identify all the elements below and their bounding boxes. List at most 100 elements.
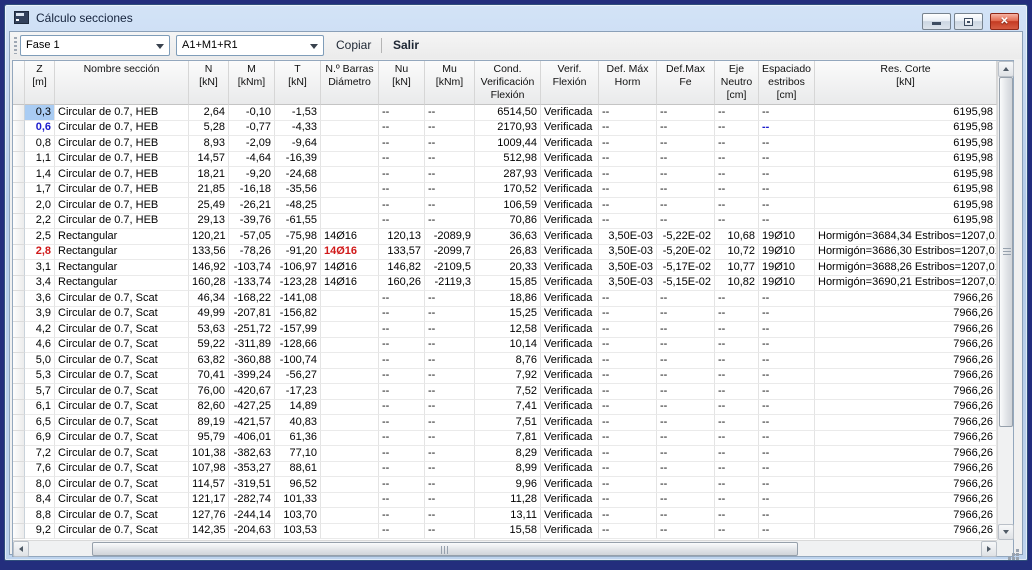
cell-barras[interactable] xyxy=(321,477,379,493)
cell-esp[interactable]: 19Ø10 xyxy=(759,260,815,276)
cell-n[interactable]: 29,13 xyxy=(189,214,229,230)
scroll-right-button[interactable] xyxy=(981,541,997,557)
cell-m[interactable]: -0,10 xyxy=(229,105,275,121)
cell-res[interactable]: 6195,98 xyxy=(815,167,997,183)
cell-z[interactable]: 2,5 xyxy=(25,229,55,245)
cell-res[interactable]: 6195,98 xyxy=(815,183,997,199)
cell-defHorm[interactable]: -- xyxy=(599,214,657,230)
cell-nu[interactable]: -- xyxy=(379,105,425,121)
cell-n[interactable]: 63,82 xyxy=(189,353,229,369)
column-header-defHorm[interactable]: Def. MáxHorm xyxy=(599,61,657,105)
cell-verif[interactable]: Verificada xyxy=(541,105,599,121)
cell-nu[interactable]: 133,57 xyxy=(379,245,425,261)
cell-defHorm[interactable]: -- xyxy=(599,105,657,121)
cell-m[interactable]: -0,77 xyxy=(229,121,275,137)
cell-eje[interactable]: 10,77 xyxy=(715,260,759,276)
cell-verif[interactable]: Verificada xyxy=(541,136,599,152)
cell-barras[interactable] xyxy=(321,462,379,478)
cell-barras[interactable] xyxy=(321,322,379,338)
cell-barras[interactable] xyxy=(321,152,379,168)
cell-barras[interactable] xyxy=(321,338,379,354)
cell-m[interactable]: -207,81 xyxy=(229,307,275,323)
cell-res[interactable]: 7966,26 xyxy=(815,291,997,307)
cell-defFe[interactable]: -- xyxy=(657,322,715,338)
cell-defFe[interactable]: -- xyxy=(657,152,715,168)
column-header-t[interactable]: T[kN] xyxy=(275,61,321,105)
row-selector[interactable] xyxy=(13,183,25,199)
cell-verif[interactable]: Verificada xyxy=(541,415,599,431)
cell-n[interactable]: 133,56 xyxy=(189,245,229,261)
cell-n[interactable]: 146,92 xyxy=(189,260,229,276)
cell-res[interactable]: Hormigón=3686,30 Estribos=1207,01 xyxy=(815,245,997,261)
cell-eje[interactable]: -- xyxy=(715,369,759,385)
cell-z[interactable]: 5,0 xyxy=(25,353,55,369)
maximize-button[interactable] xyxy=(954,13,983,30)
cell-nombre[interactable]: Circular de 0.7, HEB xyxy=(55,136,189,152)
cell-esp[interactable]: -- xyxy=(759,400,815,416)
cell-eje[interactable]: -- xyxy=(715,400,759,416)
cell-nombre[interactable]: Circular de 0.7, Scat xyxy=(55,384,189,400)
cell-nu[interactable]: -- xyxy=(379,291,425,307)
cell-eje[interactable]: -- xyxy=(715,446,759,462)
cell-t[interactable]: -156,82 xyxy=(275,307,321,323)
cell-t[interactable]: -75,98 xyxy=(275,229,321,245)
cell-defHorm[interactable]: -- xyxy=(599,291,657,307)
cell-t[interactable]: 103,70 xyxy=(275,508,321,524)
cell-z[interactable]: 2,2 xyxy=(25,214,55,230)
row-selector[interactable] xyxy=(13,136,25,152)
cell-n[interactable]: 49,99 xyxy=(189,307,229,323)
cell-cond[interactable]: 287,93 xyxy=(475,167,541,183)
cell-eje[interactable]: -- xyxy=(715,353,759,369)
cell-t[interactable]: 61,36 xyxy=(275,431,321,447)
cell-n[interactable]: 107,98 xyxy=(189,462,229,478)
cell-m[interactable]: -133,74 xyxy=(229,276,275,292)
cell-m[interactable]: -382,63 xyxy=(229,446,275,462)
cell-esp[interactable]: 19Ø10 xyxy=(759,245,815,261)
cell-m[interactable]: -57,05 xyxy=(229,229,275,245)
cell-z[interactable]: 8,8 xyxy=(25,508,55,524)
cell-barras[interactable] xyxy=(321,400,379,416)
cell-n[interactable]: 89,19 xyxy=(189,415,229,431)
cell-mu[interactable]: -- xyxy=(425,322,475,338)
cell-n[interactable]: 120,21 xyxy=(189,229,229,245)
cell-defHorm[interactable]: -- xyxy=(599,136,657,152)
cell-z[interactable]: 3,6 xyxy=(25,291,55,307)
scroll-left-button[interactable] xyxy=(13,541,29,557)
row-selector[interactable] xyxy=(13,167,25,183)
cell-nombre[interactable]: Circular de 0.7, HEB xyxy=(55,167,189,183)
cell-barras[interactable] xyxy=(321,369,379,385)
cell-t[interactable]: 14,89 xyxy=(275,400,321,416)
cell-m[interactable]: -360,88 xyxy=(229,353,275,369)
column-header-eje[interactable]: EjeNeutro[cm] xyxy=(715,61,759,105)
cell-z[interactable]: 5,7 xyxy=(25,384,55,400)
cell-z[interactable]: 1,7 xyxy=(25,183,55,199)
cell-res[interactable]: 6195,98 xyxy=(815,105,997,121)
cell-eje[interactable]: -- xyxy=(715,167,759,183)
cell-defFe[interactable]: -- xyxy=(657,462,715,478)
cell-defFe[interactable]: -- xyxy=(657,183,715,199)
row-selector[interactable] xyxy=(13,121,25,137)
cell-defHorm[interactable]: 3,50E-03 xyxy=(599,260,657,276)
cell-defHorm[interactable]: -- xyxy=(599,524,657,540)
cell-nombre[interactable]: Circular de 0.7, HEB xyxy=(55,105,189,121)
cell-mu[interactable]: -- xyxy=(425,167,475,183)
cell-nombre[interactable]: Circular de 0.7, Scat xyxy=(55,353,189,369)
cell-n[interactable]: 82,60 xyxy=(189,400,229,416)
cell-defHorm[interactable]: -- xyxy=(599,322,657,338)
cell-z[interactable]: 3,1 xyxy=(25,260,55,276)
cell-mu[interactable]: -- xyxy=(425,105,475,121)
row-selector[interactable] xyxy=(13,152,25,168)
cell-nombre[interactable]: Circular de 0.7, Scat xyxy=(55,322,189,338)
cell-nu[interactable]: 120,13 xyxy=(379,229,425,245)
cell-n[interactable]: 114,57 xyxy=(189,477,229,493)
cell-n[interactable]: 21,85 xyxy=(189,183,229,199)
cell-barras[interactable] xyxy=(321,183,379,199)
cell-cond[interactable]: 8,29 xyxy=(475,446,541,462)
cell-eje[interactable]: -- xyxy=(715,477,759,493)
row-selector[interactable] xyxy=(13,384,25,400)
cell-res[interactable]: 7966,26 xyxy=(815,446,997,462)
cell-verif[interactable]: Verificada xyxy=(541,322,599,338)
cell-n[interactable]: 46,34 xyxy=(189,291,229,307)
cell-cond[interactable]: 7,81 xyxy=(475,431,541,447)
cell-defHorm[interactable]: -- xyxy=(599,477,657,493)
